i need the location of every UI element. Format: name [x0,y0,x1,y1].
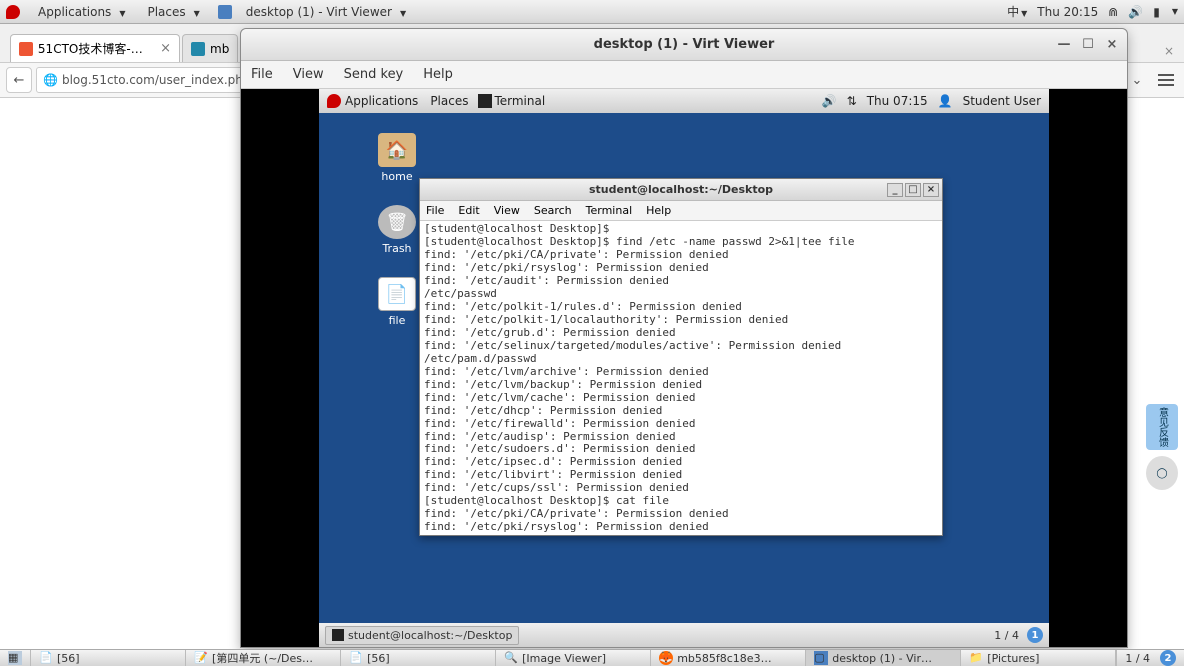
tab-close-icon[interactable]: × [160,41,171,56]
term-menu-help[interactable]: Help [646,204,671,217]
terminal-titlebar[interactable]: student@localhost:~/Desktop _ □ × [420,179,942,201]
host-active-window[interactable]: desktop (1) - Virt Viewer▼ [238,3,414,21]
user-icon: 👤 [938,94,953,108]
volume-icon[interactable]: 🔊 [1128,5,1143,19]
tab-favicon [19,42,33,56]
terminal-body[interactable]: [student@localhost Desktop]$ [student@lo… [420,221,942,535]
taskbar-item[interactable]: 📁[Pictures] [961,650,1116,666]
menu-button[interactable] [1154,74,1178,86]
host-places-menu[interactable]: Places▼ [139,3,207,21]
term-menu-terminal[interactable]: Terminal [586,204,633,217]
taskbar-item[interactable]: 🦊mb585f8c18e3… [651,650,806,666]
folder-icon: 🏠 [378,133,416,167]
guest-desktop[interactable]: Applications Places Terminal 🔊 ⇅ Thu 07:… [319,89,1049,647]
taskbar-item[interactable]: 📄[56] [341,650,496,666]
power-icon[interactable]: ▼ [1170,7,1178,16]
url-text: blog.51cto.com/user_index.php?a [62,73,264,87]
battery-icon[interactable]: ▮ [1153,5,1160,19]
taskbar-item-active[interactable]: ▢desktop (1) - Vir… [806,650,961,666]
browser-tab-1[interactable]: mb [182,34,238,62]
icon-label: home [381,170,412,183]
minimize-button[interactable]: _ [887,183,903,197]
desktop-icon-home[interactable]: 🏠 home [367,133,427,183]
tab-label: 51CTO技术博客-领… [38,40,154,57]
virt-menu: File View Send key Help [241,61,1127,89]
locale-indicator[interactable]: 中▼ [1007,3,1027,20]
icon-label: file [389,314,406,327]
term-menu-edit[interactable]: Edit [458,204,479,217]
trash-icon: 🗑 [378,205,416,239]
icon-label: Trash [382,242,411,255]
term-menu-file[interactable]: File [426,204,444,217]
taskbar-item[interactable]: 📄[56] [31,650,186,666]
virt-menu-help[interactable]: Help [423,67,453,82]
tab-favicon [191,42,205,56]
virt-title: desktop (1) - Virt Viewer [594,37,775,52]
network-icon[interactable]: ⇅ [847,94,857,108]
back-button[interactable]: ← [6,67,32,93]
volume-icon[interactable]: 🔊 [822,94,837,108]
browser-close-icon[interactable]: × [1154,40,1184,62]
desktop-icon-file[interactable]: 📄 file [367,277,427,327]
terminal-title: student@localhost:~/Desktop [589,183,773,196]
redhat-icon [327,94,341,108]
virt-menu-view[interactable]: View [293,67,324,82]
maximize-button[interactable]: ☐ [1079,36,1097,54]
virt-titlebar[interactable]: desktop (1) - Virt Viewer — ☐ × [241,29,1127,61]
taskbar-item[interactable]: 🔍[Image Viewer] [496,650,651,666]
term-menu-search[interactable]: Search [534,204,572,217]
guest-bottom-panel: student@localhost:~/Desktop 1 / 4 1 [319,623,1049,647]
virt-menu-file[interactable]: File [251,67,273,82]
taskbar-item[interactable]: 📝[第四单元 (~/Des… [186,650,341,666]
maximize-button[interactable]: □ [905,183,921,197]
guest-user[interactable]: Student User [963,94,1041,108]
virt-viewer-icon [218,5,232,19]
terminal-icon [332,629,344,641]
taskbar-item-terminal[interactable]: student@localhost:~/Desktop [325,626,519,645]
workspace-label: 1 / 4 [1125,652,1150,665]
terminal-icon [478,94,492,108]
show-desktop-button[interactable]: ▦ [0,650,31,666]
guest-clock[interactable]: Thu 07:15 [867,94,928,108]
guest-topbar: Applications Places Terminal 🔊 ⇅ Thu 07:… [319,89,1049,113]
chat-badge[interactable]: ◯ [1146,456,1178,490]
browser-tab-0[interactable]: 51CTO技术博客-领… × [10,34,180,62]
guest-places-menu[interactable]: Places [430,94,468,108]
host-clock[interactable]: Thu 20:15 [1037,5,1098,19]
desktop-icon-trash[interactable]: 🗑 Trash [367,205,427,255]
workspace-label: 1 / 4 [994,629,1019,642]
guest-active-window[interactable]: Terminal [494,94,545,108]
close-button[interactable]: × [923,183,939,197]
minimize-button[interactable]: — [1055,36,1073,54]
terminal-menu: File Edit View Search Terminal Help [420,201,942,221]
workspace-indicator[interactable]: 1 / 4 2 [1116,650,1184,666]
floating-sidebar: 意见反馈 ◯ [1146,404,1178,490]
host-taskbar: ▦ 📄[56] 📝[第四单元 (~/Des… 📄[56] 🔍[Image Vie… [0,649,1184,666]
guest-desktop-area[interactable]: 🏠 home 🗑 Trash 📄 file student@lo [319,113,1049,623]
feedback-badge[interactable]: 意见反馈 [1146,404,1178,450]
workspace-badge[interactable]: 1 [1027,627,1043,643]
workspace-badge[interactable]: 2 [1160,650,1176,666]
virt-content: Applications Places Terminal 🔊 ⇅ Thu 07:… [241,89,1127,647]
file-icon: 📄 [378,277,416,311]
close-button[interactable]: × [1103,36,1121,54]
term-menu-view[interactable]: View [494,204,520,217]
taskbar-item-label: student@localhost:~/Desktop [348,629,512,642]
guest-applications-menu[interactable]: Applications [345,94,418,108]
host-applications-menu[interactable]: Applications▼ [30,3,133,21]
wifi-icon[interactable]: ⋒ [1108,5,1118,19]
redhat-icon [6,5,20,19]
host-topbar: Applications▼ Places▼ desktop (1) - Virt… [0,0,1184,24]
virt-menu-sendkey[interactable]: Send key [344,67,404,82]
tab-label: mb [210,42,229,56]
virt-viewer-window: desktop (1) - Virt Viewer — ☐ × File Vie… [240,28,1128,648]
terminal-window: student@localhost:~/Desktop _ □ × File E… [419,178,943,536]
